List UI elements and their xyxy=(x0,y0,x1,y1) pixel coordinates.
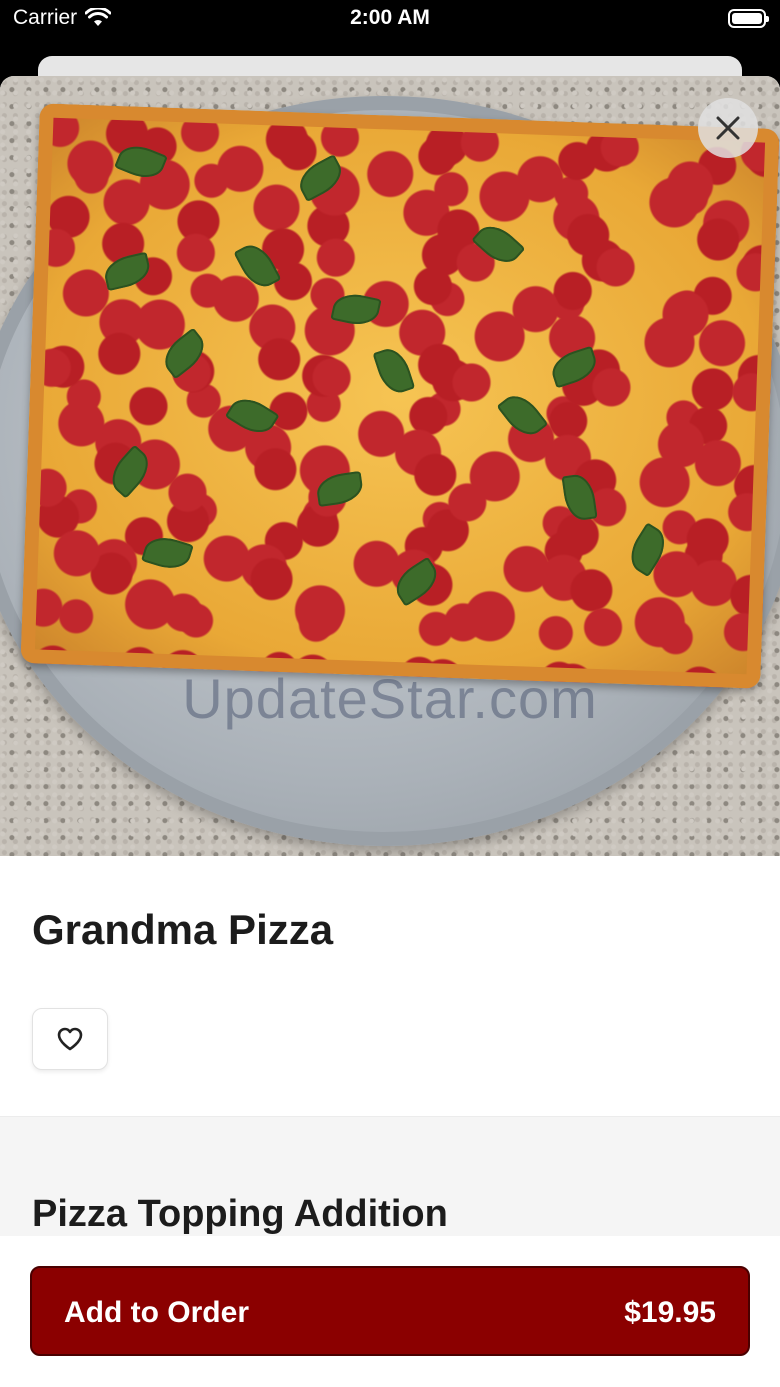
favorite-button[interactable] xyxy=(32,1008,108,1070)
basil-leaf xyxy=(561,472,598,523)
basil-leaf xyxy=(314,470,365,508)
basil-leaf xyxy=(389,556,444,607)
battery-icon xyxy=(728,9,769,28)
status-time: 2:00 AM xyxy=(350,6,430,29)
status-bar: Carrier 2:00 AM xyxy=(0,0,780,40)
basil-leaf xyxy=(372,344,416,398)
basil-leaf xyxy=(471,217,526,271)
basil-leaf xyxy=(547,345,601,389)
item-title: Grandma Pizza xyxy=(32,906,334,953)
pizza xyxy=(20,103,780,689)
basil-leaf xyxy=(101,251,153,292)
order-button-label: Add to Order xyxy=(64,1296,249,1329)
basil-leaf xyxy=(140,531,194,575)
add-to-order-button[interactable]: Add to Order $19.95 xyxy=(30,1266,750,1356)
basil-leaf xyxy=(496,387,549,443)
image-watermark: UpdateStar.com xyxy=(182,667,598,730)
section-title: Pizza Topping Addition xyxy=(32,1193,448,1235)
basil-leaf xyxy=(103,444,157,499)
basil-leaf xyxy=(622,522,673,578)
basil-leaf xyxy=(233,238,282,294)
basil-leaf xyxy=(293,154,348,203)
basil-leaf xyxy=(156,327,212,380)
close-icon xyxy=(716,116,740,140)
basil-leaf xyxy=(330,289,382,329)
order-price: $19.95 xyxy=(624,1296,716,1329)
heart-icon xyxy=(57,1027,83,1051)
bottom-bar: Add to Order $19.95 xyxy=(0,1236,780,1387)
item-image: UpdateStar.com xyxy=(0,76,780,856)
close-button[interactable] xyxy=(698,98,758,158)
item-detail-modal: UpdateStar.com Grandma Pizza Pizza Toppi… xyxy=(0,76,780,1387)
basil-leaf xyxy=(114,139,168,185)
basil-leaf xyxy=(224,390,280,441)
